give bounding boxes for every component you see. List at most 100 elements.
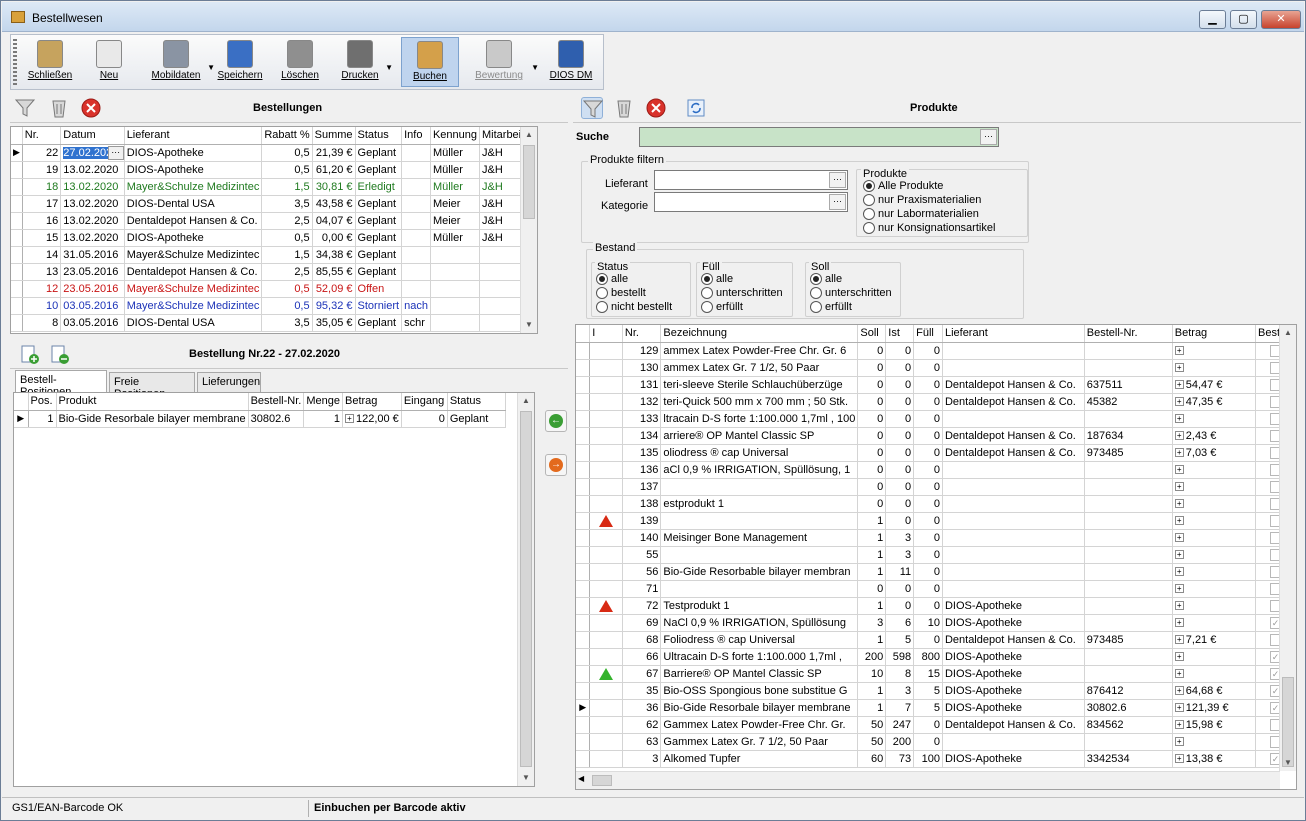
scroll-down-icon[interactable]: ▼: [1280, 755, 1296, 771]
scroll-up-icon[interactable]: ▲: [1280, 325, 1296, 341]
products-hscrollbar[interactable]: ◀: [576, 771, 1280, 789]
radio-produkte-0[interactable]: Alle Produkte: [863, 180, 943, 192]
radio-fuell-0[interactable]: alle: [701, 273, 733, 285]
expand-icon[interactable]: +: [1174, 601, 1184, 611]
radio-fuell-2[interactable]: erfüllt: [701, 301, 743, 313]
column-header[interactable]: Bestell-Nr.: [1084, 325, 1173, 343]
expand-icon[interactable]: +: [1174, 380, 1184, 390]
toolbar-button-5[interactable]: Drucken ▼: [337, 37, 393, 87]
move-right-button[interactable]: →: [545, 454, 567, 476]
table-row[interactable]: 138 estprodukt 1 0 0 0 +: [576, 495, 1296, 513]
cancel-icon[interactable]: [80, 97, 102, 119]
expand-icon[interactable]: +: [1174, 686, 1184, 696]
radio-produkte-2[interactable]: nur Labormaterialien: [863, 208, 979, 220]
radio-soll-1[interactable]: unterschritten: [810, 287, 892, 299]
scroll-left-icon[interactable]: ◀: [578, 774, 584, 783]
radio-indicator[interactable]: [596, 301, 608, 313]
table-row[interactable]: 133 ltracain D-S forte 1:100.000 1,7ml , …: [576, 410, 1296, 428]
close-button[interactable]: ✕: [1261, 10, 1301, 29]
radio-indicator[interactable]: [810, 273, 822, 285]
tab-0[interactable]: Bestell-Positionen: [15, 370, 107, 398]
expand-icon[interactable]: +: [1174, 669, 1184, 679]
table-row[interactable]: 140 Meisinger Bone Management 1 3 0 +: [576, 529, 1296, 547]
column-header[interactable]: Nr.: [22, 127, 62, 145]
table-row[interactable]: 55 1 3 0 +: [576, 546, 1296, 564]
table-row[interactable]: 139 1 0 0 +: [576, 512, 1296, 530]
dropdown-arrow-icon[interactable]: ▼: [207, 63, 215, 72]
expand-icon[interactable]: +: [1174, 737, 1184, 747]
date-ellipsis-button[interactable]: ···: [107, 145, 124, 160]
table-row[interactable]: 8 03.05.2016 DIOS-Dental USA 3,5 35,05 € Gepl…: [11, 314, 537, 332]
expand-icon[interactable]: +: [1174, 431, 1184, 441]
cancel-icon[interactable]: [645, 97, 667, 119]
toolbar-button-0[interactable]: Schließen: [23, 37, 77, 87]
column-header[interactable]: Lieferant: [942, 325, 1085, 343]
column-header[interactable]: Datum: [60, 127, 125, 145]
expand-icon[interactable]: +: [1174, 499, 1184, 509]
table-row[interactable]: 15 13.02.2020 DIOS-Apotheke 0,5 0,00 € Geplan…: [11, 229, 537, 247]
tab-1[interactable]: Freie Positionen: [109, 372, 195, 400]
radio-indicator[interactable]: [701, 273, 713, 285]
scroll-up-icon[interactable]: ▲: [521, 127, 537, 143]
orders-scrollbar[interactable]: ▲ ▼: [520, 127, 537, 333]
expand-icon[interactable]: +: [1174, 652, 1184, 662]
column-header[interactable]: Pos.: [28, 393, 57, 411]
expand-icon[interactable]: +: [1174, 482, 1184, 492]
column-header[interactable]: Kennung: [430, 127, 481, 145]
table-row[interactable]: ▶ 36 Bio-Gide Resorbale bilayer membrane 1 7…: [576, 699, 1296, 717]
column-header[interactable]: Eingang: [401, 393, 448, 411]
column-header[interactable]: Rabatt %: [261, 127, 313, 145]
filter-icon[interactable]: [14, 97, 36, 119]
expand-icon[interactable]: +: [1174, 346, 1184, 356]
positions-scrollbar[interactable]: ▲ ▼: [517, 393, 534, 786]
expand-icon[interactable]: +: [1174, 533, 1184, 543]
table-row[interactable]: 63 Gammex Latex Gr. 7 1/2, 50 Paar 50 200 0 +: [576, 733, 1296, 751]
radio-status-1[interactable]: bestellt: [596, 287, 646, 299]
search-input[interactable]: ···: [639, 127, 999, 147]
radio-indicator[interactable]: [701, 287, 713, 299]
move-left-button[interactable]: ←: [545, 410, 567, 432]
radio-indicator[interactable]: [863, 180, 875, 192]
column-header[interactable]: Status: [355, 127, 403, 145]
scroll-thumb[interactable]: [523, 145, 535, 219]
add-position-icon[interactable]: [18, 343, 40, 365]
clear-filter-icon[interactable]: [48, 97, 70, 119]
remove-position-icon[interactable]: [48, 343, 70, 365]
table-row[interactable]: 68 Foliodress ® cap Universal 1 5 0 Dentaldep…: [576, 631, 1296, 649]
expand-icon[interactable]: +: [1174, 703, 1184, 713]
toolbar-grip[interactable]: [13, 39, 17, 85]
table-row[interactable]: 35 Bio-OSS Spongious bone substitue G135D…: [576, 682, 1296, 700]
expand-icon[interactable]: +: [1174, 465, 1184, 475]
expand-icon[interactable]: +: [1174, 448, 1184, 458]
column-header[interactable]: I: [589, 325, 623, 343]
expand-icon[interactable]: +: [1174, 397, 1184, 407]
table-row[interactable]: 10 03.05.2016 Mayer&Schulze Medizintec 0,5 9…: [11, 297, 537, 315]
scroll-thumb[interactable]: [520, 411, 532, 767]
radio-indicator[interactable]: [863, 222, 875, 234]
column-header[interactable]: Betrag: [342, 393, 402, 411]
column-header[interactable]: Status: [447, 393, 506, 411]
table-row[interactable]: 56 Bio-Gide Resorbable bilayer membran 1 11…: [576, 563, 1296, 581]
table-row[interactable]: ▶ 22 27.02.2020 ··· DIOS-Apotheke 0,5 21,39 € G…: [11, 144, 537, 162]
radio-indicator[interactable]: [810, 287, 822, 299]
table-row[interactable]: 67 Barriere® OP Mantel Classic SP 10 8 15 DIO…: [576, 665, 1296, 683]
minimize-button[interactable]: ▁: [1199, 10, 1226, 29]
hscroll-thumb[interactable]: [592, 775, 612, 786]
lieferant-field[interactable]: ···: [654, 170, 848, 190]
radio-produkte-1[interactable]: nur Praxismaterialien: [863, 194, 981, 206]
table-row[interactable]: 3 Alkomed Tupfer 60 73 100 DIOS-Apotheke 33425…: [576, 750, 1296, 768]
table-row[interactable]: 62 Gammex Latex Powder-Free Chr. Gr. 50 247…: [576, 716, 1296, 734]
column-header[interactable]: Bestell-Nr.: [248, 393, 305, 411]
toolbar-button-8[interactable]: DIOS DM: [543, 37, 599, 87]
radio-soll-2[interactable]: erfüllt: [810, 301, 852, 313]
scroll-thumb[interactable]: [1282, 677, 1294, 767]
table-row[interactable]: 18 13.02.2020 Mayer&Schulze Medizintec 1,5 3…: [11, 178, 537, 196]
table-row[interactable]: 137 0 0 0 +: [576, 478, 1296, 496]
radio-indicator[interactable]: [596, 273, 608, 285]
toolbar-button-1[interactable]: Neu: [89, 37, 129, 87]
column-header[interactable]: Lieferant: [124, 127, 263, 145]
table-row[interactable]: 17 13.02.2020 DIOS-Dental USA 3,5 43,58 € Gep…: [11, 195, 537, 213]
radio-soll-0[interactable]: alle: [810, 273, 842, 285]
toolbar-button-6[interactable]: Buchen: [401, 37, 459, 87]
table-row[interactable]: 132 teri-Quick 500 mm x 700 mm ; 50 Stk. 0…: [576, 393, 1296, 411]
